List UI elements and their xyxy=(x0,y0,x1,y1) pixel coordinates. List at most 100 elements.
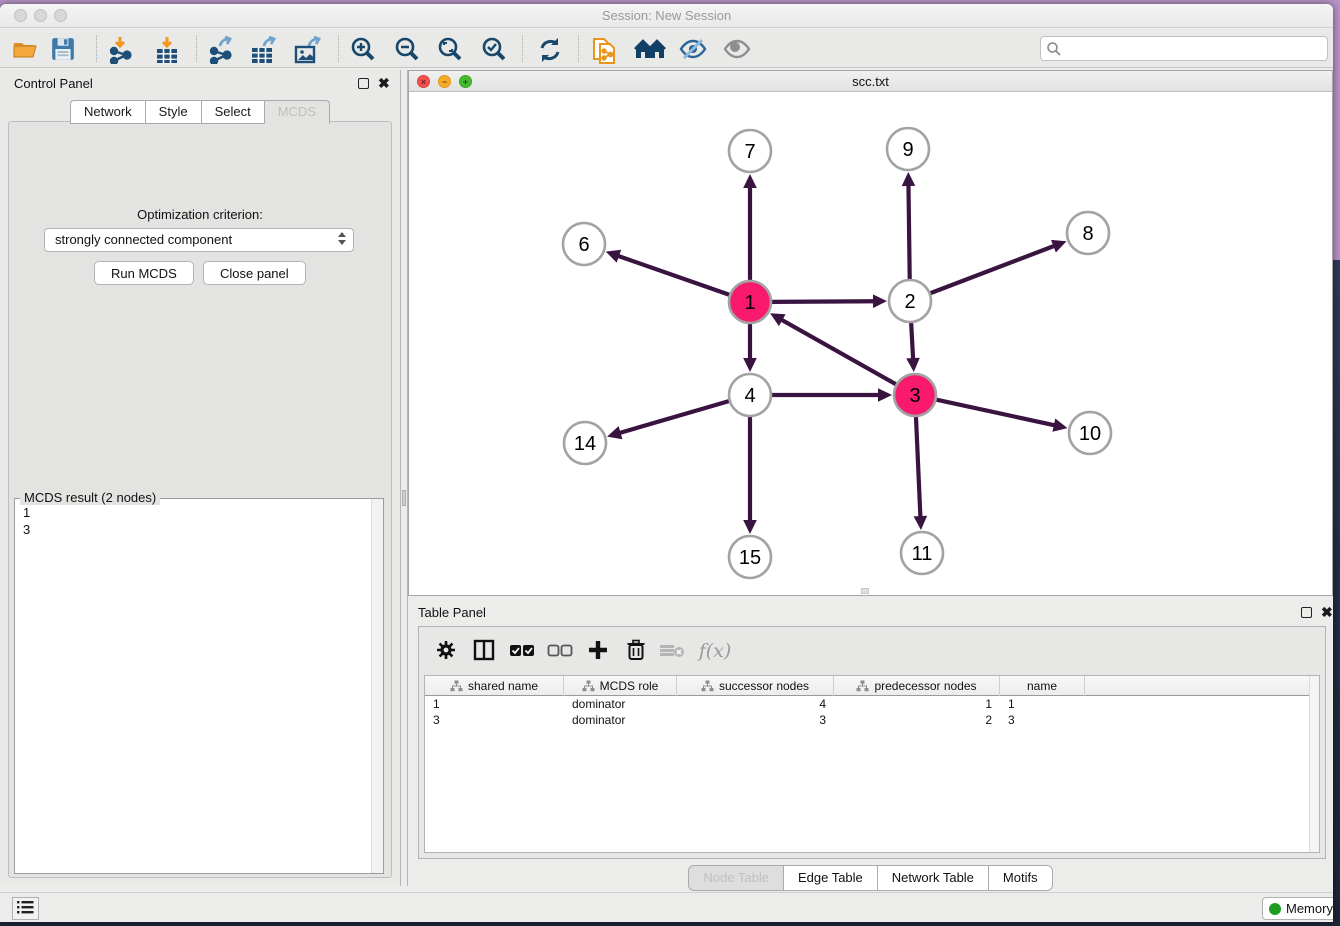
cell-predecessor-nodes[interactable]: 2 xyxy=(834,712,1000,728)
column-type-icon xyxy=(582,680,595,692)
main-toolbar xyxy=(0,29,1333,68)
tab-motifs[interactable]: Motifs xyxy=(988,865,1053,891)
function-builder-button[interactable]: f(x) xyxy=(693,637,737,665)
tab-network[interactable]: Network xyxy=(70,100,145,124)
cell-shared-name[interactable]: 1 xyxy=(425,696,564,712)
arrowhead-4-15 xyxy=(743,520,757,534)
close-panel-button-2[interactable]: Close panel xyxy=(203,261,306,285)
edge-3-10[interactable] xyxy=(936,400,1055,426)
column-header-name[interactable]: name xyxy=(1000,676,1085,696)
table-scrollbar[interactable] xyxy=(1309,676,1319,852)
import-network-button[interactable] xyxy=(104,34,138,64)
save-session-button[interactable] xyxy=(46,34,80,64)
tab-mcds[interactable]: MCDS xyxy=(264,100,330,124)
splitter-grip[interactable] xyxy=(402,490,406,506)
cell-predecessor-nodes[interactable]: 1 xyxy=(834,696,1000,712)
mcds-result-text: 1 3 xyxy=(23,504,30,538)
show-panels-button[interactable] xyxy=(12,897,39,920)
table-settings-button[interactable] xyxy=(431,637,461,665)
arrowhead-2-9 xyxy=(902,172,916,186)
panel-splitter[interactable] xyxy=(400,70,408,886)
memory-button[interactable]: Memory xyxy=(1262,897,1333,920)
zoom-in-button[interactable] xyxy=(346,34,380,64)
edge-2-9[interactable] xyxy=(908,184,909,279)
close-panel-button[interactable]: ✖ xyxy=(378,75,390,92)
control-panel-title: Control Panel xyxy=(14,76,93,91)
optimization-criterion-select[interactable]: strongly connected component xyxy=(44,228,354,252)
edge-2-3[interactable] xyxy=(911,323,913,360)
open-session-button[interactable] xyxy=(8,34,42,64)
delete-table-button[interactable] xyxy=(657,637,687,665)
cell-MCDS-role[interactable]: dominator xyxy=(564,696,677,712)
minimize-window-button[interactable] xyxy=(34,9,47,22)
close-table-panel-button[interactable]: ✖ xyxy=(1321,604,1333,621)
close-window-button[interactable] xyxy=(14,9,27,22)
home-layout-button[interactable] xyxy=(632,34,666,64)
import-table-icon xyxy=(153,36,181,64)
window-title: Session: New Session xyxy=(0,4,1333,28)
toolbar-separator xyxy=(196,35,197,62)
import-table-button[interactable] xyxy=(150,34,184,64)
refresh-network-button[interactable] xyxy=(533,34,567,64)
deselect-all-button[interactable] xyxy=(545,637,575,665)
table-row[interactable]: 1dominator411 xyxy=(425,696,1319,712)
show-graphics-button[interactable] xyxy=(720,34,754,64)
table-panel-tabs: Node TableEdge TableNetwork TableMotifs xyxy=(408,865,1333,891)
refresh-icon xyxy=(536,36,564,64)
hide-graphics-button[interactable] xyxy=(676,34,710,64)
tab-node-table[interactable]: Node Table xyxy=(688,865,783,891)
zoom-selected-button[interactable] xyxy=(477,34,511,64)
tab-network-table[interactable]: Network Table xyxy=(877,865,988,891)
cell-name[interactable]: 1 xyxy=(1000,696,1085,712)
edge-1-6[interactable] xyxy=(617,256,729,295)
zoom-out-button[interactable] xyxy=(390,34,424,64)
column-header-MCDS-role[interactable]: MCDS role xyxy=(564,676,677,696)
zoom-fit-button[interactable] xyxy=(433,34,467,64)
cell-MCDS-role[interactable]: dominator xyxy=(564,712,677,728)
table-row[interactable]: 3dominator323 xyxy=(425,712,1319,728)
export-network-button[interactable] xyxy=(204,34,238,64)
search-field-container xyxy=(1040,36,1328,61)
column-header-successor-nodes[interactable]: successor nodes xyxy=(677,676,834,696)
maximize-network-button[interactable]: + xyxy=(459,75,472,88)
column-header-predecessor-nodes[interactable]: predecessor nodes xyxy=(834,676,1000,696)
arrowhead-1-7 xyxy=(743,174,757,188)
split-view-button[interactable] xyxy=(469,637,499,665)
float-panel-button[interactable] xyxy=(358,75,369,90)
selected-option: strongly connected component xyxy=(55,232,232,247)
cell-name[interactable]: 3 xyxy=(1000,712,1085,728)
save-icon xyxy=(50,36,76,62)
edge-4-14[interactable] xyxy=(619,401,729,433)
delete-column-button[interactable] xyxy=(621,637,651,665)
node-label-2: 2 xyxy=(904,291,915,313)
float-table-panel-button[interactable] xyxy=(1301,604,1312,619)
tab-style[interactable]: Style xyxy=(145,100,201,124)
column-header-shared-name[interactable]: shared name xyxy=(425,676,564,696)
edge-3-11[interactable] xyxy=(916,417,920,518)
tab-select[interactable]: Select xyxy=(201,100,264,124)
add-column-button[interactable] xyxy=(583,637,613,665)
tab-edge-table[interactable]: Edge Table xyxy=(783,865,877,891)
run-mcds-button[interactable]: Run MCDS xyxy=(94,261,194,285)
search-input[interactable] xyxy=(1065,38,1323,59)
close-network-button[interactable]: × xyxy=(417,75,430,88)
minimize-network-button[interactable]: − xyxy=(438,75,451,88)
edge-1-2[interactable] xyxy=(772,301,875,302)
column-label: name xyxy=(1027,679,1057,693)
unchecked-boxes-icon xyxy=(547,642,573,658)
duplicate-network-button[interactable] xyxy=(588,34,622,64)
edge-3-1[interactable] xyxy=(780,319,895,384)
select-all-button[interactable] xyxy=(507,637,537,665)
network-graph-canvas[interactable]: 7968124314101511 xyxy=(409,93,1332,595)
zoom-window-button[interactable] xyxy=(54,9,67,22)
export-table-button[interactable] xyxy=(247,34,281,64)
cell-successor-nodes[interactable]: 3 xyxy=(677,712,834,728)
export-image-button[interactable] xyxy=(291,34,325,64)
network-resize-grip[interactable] xyxy=(861,588,869,594)
edge-2-8[interactable] xyxy=(931,245,1056,293)
cell-successor-nodes[interactable]: 4 xyxy=(677,696,834,712)
arrowhead-3-11 xyxy=(914,516,928,530)
cell-shared-name[interactable]: 3 xyxy=(425,712,564,728)
result-scrollbar[interactable] xyxy=(371,499,383,873)
network-window-title: scc.txt xyxy=(409,71,1332,92)
